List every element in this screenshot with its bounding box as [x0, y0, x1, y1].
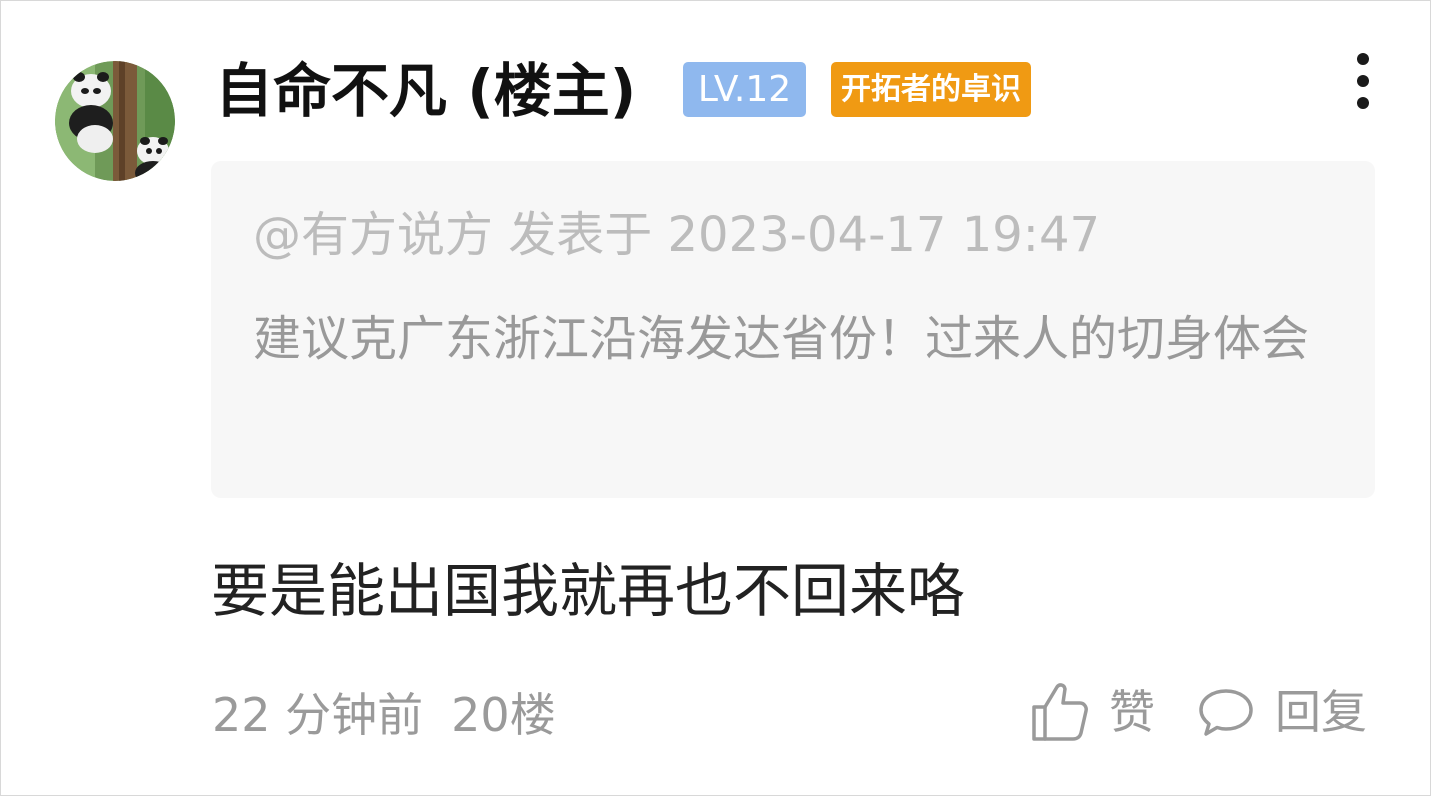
- like-button[interactable]: 赞: [1029, 677, 1155, 747]
- post-card: 自命不凡 (楼主) LV.12 开拓者的卓识 @有方说方 发表于 2023-04…: [0, 0, 1431, 796]
- quoted-post[interactable]: @有方说方 发表于 2023-04-17 19:47 建议克广东浙江沿海发达省份…: [211, 161, 1375, 498]
- floor-number: 20楼: [451, 688, 556, 742]
- quote-text: 建议克广东浙江沿海发达省份！过来人的切身体会: [253, 311, 1310, 367]
- level-badge: LV.12: [683, 62, 806, 117]
- title-badge: 开拓者的卓识: [831, 62, 1031, 117]
- post-meta: 22 分钟前 20楼: [212, 685, 556, 745]
- avatar[interactable]: [55, 61, 175, 181]
- like-label: 赞: [1109, 685, 1155, 739]
- post-body: 要是能出国我就再也不回来咯: [211, 557, 966, 625]
- avatar-image: [55, 61, 175, 181]
- reply-button[interactable]: 回复: [1197, 677, 1367, 747]
- username[interactable]: 自命不凡 (楼主): [215, 51, 636, 131]
- post-time: 22 分钟前: [212, 688, 424, 742]
- reply-label: 回复: [1275, 685, 1367, 739]
- quote-meta: @有方说方 发表于 2023-04-17 19:47: [253, 207, 1101, 263]
- more-button[interactable]: [1341, 51, 1385, 115]
- more-vertical-icon: [1357, 53, 1369, 109]
- thumbs-up-icon: [1032, 683, 1088, 741]
- comment-bubble-icon: [1199, 689, 1253, 736]
